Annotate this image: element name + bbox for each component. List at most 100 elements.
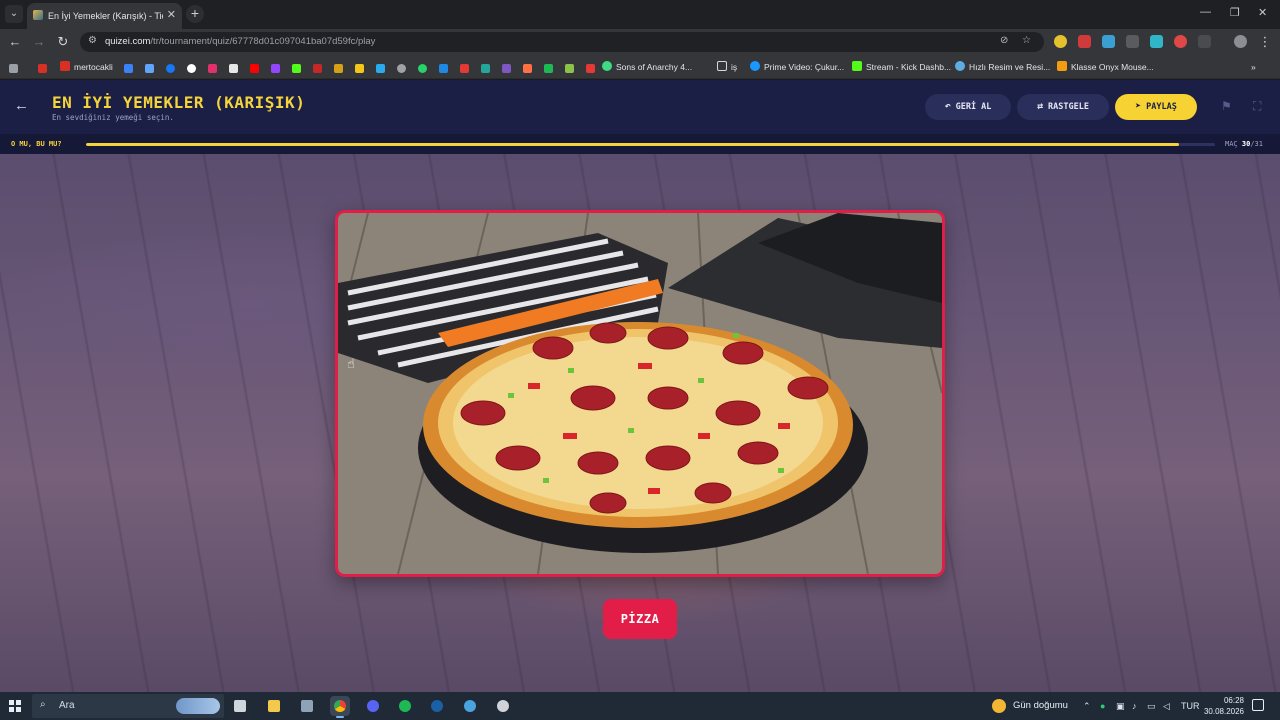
match-counter: MAÇ 30/31 [1225,140,1263,148]
tab-close-icon[interactable]: ✕ [167,8,176,21]
instagram-icon[interactable] [208,64,217,73]
taskbar-search-placeholder: Ara [59,700,75,711]
youtube-icon[interactable] [250,64,259,73]
calculator-icon[interactable] [297,696,317,716]
microphone-icon[interactable]: ♪ [1132,699,1137,713]
pizza-image [338,213,942,574]
apps-grid-icon[interactable] [9,64,18,73]
bookmark-icon[interactable] [502,64,511,73]
chrome-taskbar-icon[interactable] [330,696,350,718]
bookmark-folder-is[interactable]: iş [717,60,737,74]
match-stage: PİZZA [0,154,1280,692]
food-image-card[interactable] [335,210,945,577]
progress-row: O MU, BU MU? MAÇ 30/31 [0,134,1280,154]
quiz-header: ← EN İYİ YEMEKLER (KARIŞIK) En sevdiğini… [0,80,1280,134]
weather-label[interactable]: Gün doğumu [1013,699,1068,713]
bookmark-icon[interactable] [586,64,595,73]
bookmarks-bar: mertocakli Sons of Anarchy 4... iş Prime… [0,55,1280,79]
tray-status-icon[interactable]: ● [1100,699,1105,713]
bookmark-kick-dashboard[interactable]: Stream - Kick Dashb... [852,60,951,74]
fullscreen-icon[interactable]: ⛶ [1253,99,1261,114]
windows-start-icon[interactable] [9,700,21,712]
restore-icon[interactable]: ❐ [1230,6,1240,19]
task-view-icon[interactable] [230,696,250,716]
bookmark-sons-of-anarchy[interactable]: Sons of Anarchy 4... [602,60,692,74]
bookmark-star-icon[interactable]: ☆ [1022,35,1031,46]
tray-chevron-icon[interactable]: ⌃ [1083,699,1091,713]
bookmark-icon[interactable] [124,64,133,73]
language-indicator[interactable]: TUR [1181,699,1200,713]
more-bookmarks-icon[interactable]: » [1251,60,1256,74]
discord-icon[interactable] [363,696,383,716]
telegram-icon[interactable] [376,64,385,73]
eye-off-icon[interactable]: ⊘ [1000,35,1008,46]
site-info-icon[interactable]: ⚙ [88,35,97,46]
taskbar-search[interactable]: ⌕ Ara [32,694,224,718]
bookmark-mertocakli[interactable]: mertocakli [60,60,113,74]
random-button[interactable]: ⇄ RASTGELE [1017,94,1109,120]
volume-icon[interactable]: ◁ [1163,699,1170,713]
mouse-cursor-icon: ☝ [347,356,355,371]
reload-icon[interactable]: ↻ [54,33,72,51]
bookmark-prime-video[interactable]: Prime Video: Çukur... [750,60,844,74]
profile-avatar[interactable] [1234,35,1247,48]
window-close-icon[interactable]: ✕ [1258,6,1267,19]
bookmark-icon[interactable] [460,64,469,73]
flag-icon[interactable]: ⚑ [1221,99,1232,113]
kick-icon[interactable] [292,64,301,73]
app-icon[interactable] [493,696,513,716]
bookmark-icon[interactable] [313,64,322,73]
extension-icon[interactable] [1126,35,1139,48]
bookmark-icon[interactable] [544,64,553,73]
bookmark-klasse-onyx[interactable]: Klasse Onyx Mouse... [1057,60,1154,74]
menu-dots-icon[interactable]: ⋮ [1256,33,1274,51]
browser-tab-active[interactable]: En İyi Yemekler (Karışık) - Tier L ✕ [27,3,182,29]
tab-title: En İyi Yemekler (Karışık) - Tier L [48,11,163,21]
extension-icon[interactable] [1150,35,1163,48]
gmail-icon[interactable] [38,64,47,73]
undo-button[interactable]: ↶ GERİ AL [925,94,1011,120]
bookmark-hizli-resim[interactable]: Hızlı Resim ve Resi... [955,60,1050,74]
extensions-puzzle-icon[interactable] [1198,35,1211,48]
new-tab-button[interactable]: + [186,5,204,23]
spotify-icon[interactable] [395,696,415,716]
progress-bar-fill [86,143,1179,146]
facebook-icon[interactable] [166,64,175,73]
notification-icon[interactable] [1252,699,1264,711]
weather-icon[interactable] [992,699,1006,713]
browser-tab-strip: ⌄ En İyi Yemekler (Karışık) - Tier L ✕ +… [0,0,1280,29]
adblock-icon[interactable] [1078,35,1091,48]
address-bar[interactable]: ⚙ quizei.com/tr/tournament/quiz/67778d01… [80,32,1044,52]
bookmark-icon[interactable] [397,64,406,73]
bookmark-icon[interactable] [145,64,154,73]
share-button[interactable]: ➤ PAYLAŞ [1115,94,1197,120]
page-title: EN İYİ YEMEKLER (KARIŞIK) [52,93,306,112]
tab-search-icon[interactable]: ⌄ [5,5,23,23]
forward-icon[interactable]: → [30,33,48,51]
bookmark-icon[interactable] [355,64,364,73]
extension-icon[interactable] [1174,35,1187,48]
url-text[interactable]: quizei.com/tr/tournament/quiz/67778d01c0… [105,35,375,49]
file-explorer-icon[interactable] [264,696,284,716]
x-twitter-icon[interactable] [229,64,238,73]
app-icon[interactable] [460,696,480,716]
answer-button-pizza[interactable]: PİZZA [603,599,677,639]
steam-icon[interactable] [427,696,447,716]
taskbar-clock[interactable]: 06:28 30.08.2026 [1200,695,1244,717]
back-icon[interactable]: ← [6,33,24,51]
bookmark-icon[interactable] [565,64,574,73]
bookmark-icon[interactable] [439,64,448,73]
extension-icon[interactable] [1054,35,1067,48]
back-arrow-icon[interactable]: ← [14,97,29,114]
tray-app-icon[interactable]: ▣ [1116,699,1125,713]
bookmark-icon[interactable] [523,64,532,73]
network-icon[interactable]: ▭ [1147,699,1156,713]
windows-taskbar: ⌕ Ara Gün doğumu ⌃ ● ▣ ♪ ▭ ◁ TUR 06:28 3… [0,692,1280,720]
bookmark-icon[interactable] [481,64,490,73]
minimize-icon[interactable]: — [1200,6,1211,18]
bookmark-icon[interactable] [334,64,343,73]
twitch-icon[interactable] [271,64,280,73]
extension-icon[interactable] [1102,35,1115,48]
whatsapp-icon[interactable] [418,64,427,73]
google-icon[interactable] [187,64,196,73]
